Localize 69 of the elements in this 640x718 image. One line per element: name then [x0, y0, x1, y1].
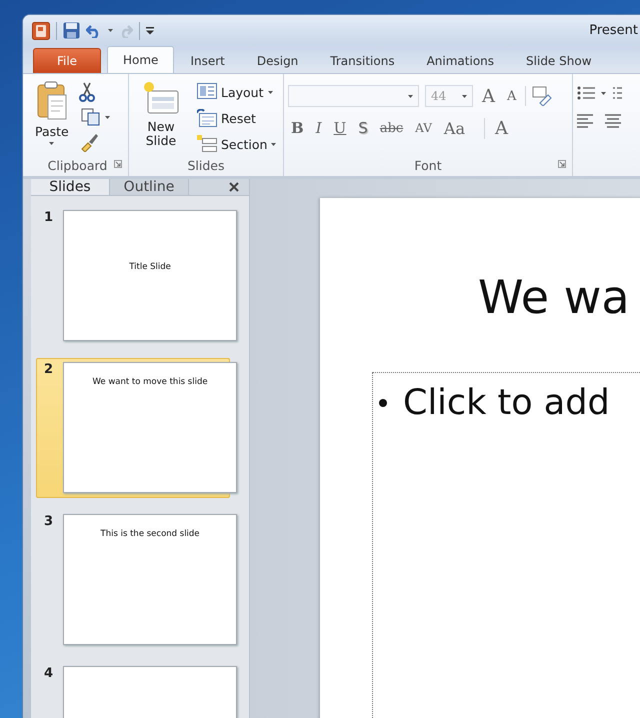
bullet-icon: [379, 399, 387, 407]
format-button[interactable]: B: [288, 119, 307, 137]
bullets-icon[interactable]: [577, 86, 595, 100]
close-icon[interactable]: [229, 182, 239, 192]
thumbnail-title: Title Slide: [129, 262, 171, 274]
align-left-icon[interactable]: [577, 114, 593, 128]
paste-button[interactable]: Paste: [31, 79, 73, 147]
pane-tab[interactable]: Slides: [31, 179, 110, 195]
caret-icon[interactable]: [108, 29, 113, 32]
format-button[interactable]: S: [355, 119, 371, 137]
slide-command-button[interactable]: Layout: [195, 82, 278, 102]
slide-command-button[interactable]: Reset: [195, 108, 278, 128]
ribbon-tab[interactable]: Transitions: [314, 48, 411, 73]
app-icon[interactable]: [32, 22, 50, 40]
caret-icon[interactable]: [408, 94, 413, 98]
file-tab[interactable]: File: [33, 48, 101, 73]
caret-icon[interactable]: [271, 142, 276, 146]
slide-thumbnail[interactable]: This is the second slide: [63, 514, 238, 645]
paintbrush-icon[interactable]: [78, 132, 99, 152]
format-button[interactable]: abc: [376, 120, 406, 136]
caret-icon[interactable]: [104, 116, 110, 118]
ribbon-tab[interactable]: Insert: [174, 48, 241, 73]
format-button[interactable]: U: [330, 119, 350, 137]
slide-number: 1: [43, 210, 54, 227]
slide-title[interactable]: We wa: [320, 260, 640, 334]
font-name-field[interactable]: [288, 85, 419, 107]
slide-number: 3: [43, 514, 54, 531]
group-label: Slides: [187, 158, 225, 172]
bullet-text: Click to add: [403, 383, 610, 423]
group-label: Clipboard: [48, 158, 108, 172]
caret-icon[interactable]: [49, 142, 54, 145]
thumbnail-title: We want to move this slide: [92, 377, 208, 389]
slide-number: 4: [43, 666, 54, 683]
clipboard-icon: [36, 81, 68, 121]
numbering-icon[interactable]: [612, 86, 622, 100]
ribbon-tab[interactable]: Animations: [410, 48, 510, 73]
align-center-icon[interactable]: [605, 114, 621, 128]
redo-icon: [119, 24, 133, 38]
customize-icon[interactable]: [146, 26, 154, 34]
slide-command-button[interactable]: Section: [195, 134, 278, 154]
font-size-button[interactable]: A: [479, 86, 498, 106]
new-slide-button[interactable]: New Slide: [133, 79, 189, 151]
slide-number: 2: [43, 362, 54, 379]
save-icon[interactable]: [63, 22, 80, 39]
format-button[interactable]: AV: [412, 121, 435, 135]
caret-icon[interactable]: [601, 92, 606, 94]
slide-thumbnail[interactable]: Title Slide: [63, 210, 238, 341]
copy-icon[interactable]: [80, 108, 101, 126]
format-button[interactable]: I: [312, 119, 325, 137]
window-title: Present: [589, 23, 638, 38]
dialog-launcher-icon[interactable]: [558, 160, 566, 168]
format-button[interactable]: Aa: [440, 118, 468, 138]
layout-icon: [197, 83, 217, 101]
clear-formatting-icon[interactable]: [532, 86, 552, 106]
thumbnail-title: This is the second slide: [100, 529, 200, 541]
caret-icon[interactable]: [268, 90, 272, 94]
scissors-icon[interactable]: [78, 82, 95, 102]
reset-icon: [197, 109, 217, 127]
group-label: Font: [414, 158, 442, 172]
section-icon: [197, 135, 217, 153]
ribbon-tab[interactable]: Design: [240, 48, 314, 73]
ribbon-tab[interactable]: Home: [107, 46, 174, 73]
ribbon-tab[interactable]: Slide Show: [510, 48, 608, 73]
format-button[interactable]: A: [484, 118, 511, 138]
dialog-launcher-icon[interactable]: [114, 160, 122, 168]
content-placeholder[interactable]: Click to add: [372, 372, 640, 718]
slide-thumbnail[interactable]: We want to move this slide: [63, 362, 238, 493]
font-size-button[interactable]: A: [504, 88, 520, 104]
caret-icon[interactable]: [462, 94, 467, 98]
